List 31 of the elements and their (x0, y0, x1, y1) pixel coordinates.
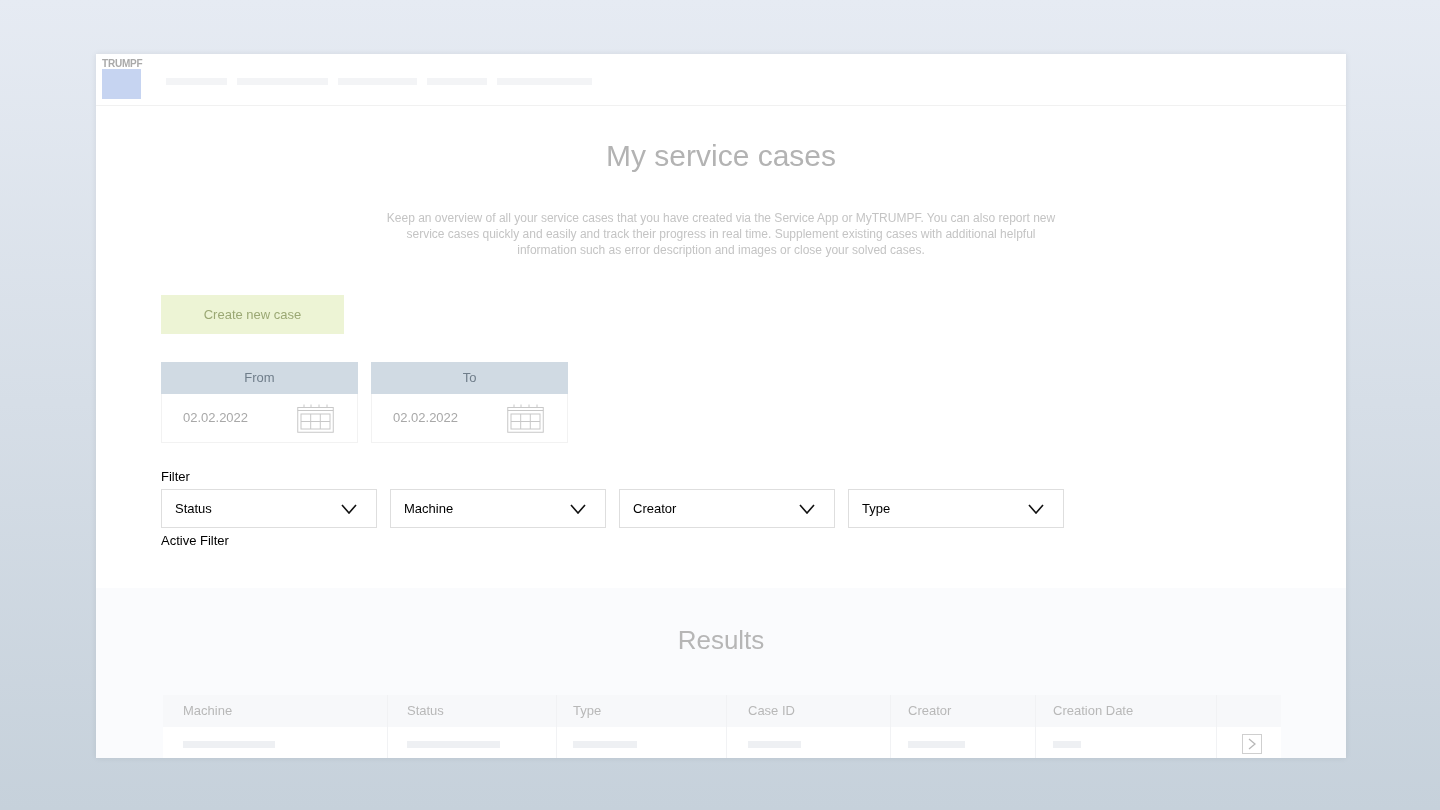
column-header: Case ID (748, 702, 795, 721)
date-input[interactable]: 02.02.2022 (393, 408, 493, 428)
filter-label: Filter (161, 469, 190, 485)
chevron-down-icon (1028, 503, 1044, 514)
date-picker[interactable]: 02.02.2022 (161, 394, 358, 443)
date-label: To (371, 362, 568, 394)
column-header: Creation Date (1053, 702, 1134, 721)
chevron-down-icon (799, 503, 815, 514)
row-detail-button[interactable] (1242, 734, 1262, 754)
chevron-right-icon (1248, 738, 1256, 750)
chevron-down-icon (570, 503, 586, 514)
calendar-icon[interactable] (507, 403, 544, 433)
filter-dropdown[interactable]: Status (161, 489, 377, 528)
column-header: Machine (183, 702, 233, 721)
column-header: Creator (908, 702, 952, 721)
date-picker[interactable]: 02.02.2022 (371, 394, 568, 443)
active-filter-label: Active Filter (161, 533, 229, 549)
filter-dropdown[interactable]: Machine (390, 489, 606, 528)
calendar-icon[interactable] (297, 403, 334, 433)
date-label: From (161, 362, 358, 394)
image-placeholder (102, 69, 141, 99)
date-input[interactable]: 02.02.2022 (183, 408, 283, 428)
create-case-button[interactable]: Create new case (161, 295, 344, 334)
chevron-down-icon (341, 503, 357, 514)
filter-dropdown[interactable]: Type (848, 489, 1064, 528)
logo-text: TRUMPF (102, 58, 143, 69)
column-header: Type (573, 702, 602, 721)
results-title: Results (677, 624, 765, 656)
page-title: My service cases (605, 138, 837, 174)
filter-dropdown[interactable]: Creator (619, 489, 835, 528)
column-header: Status (407, 702, 444, 721)
